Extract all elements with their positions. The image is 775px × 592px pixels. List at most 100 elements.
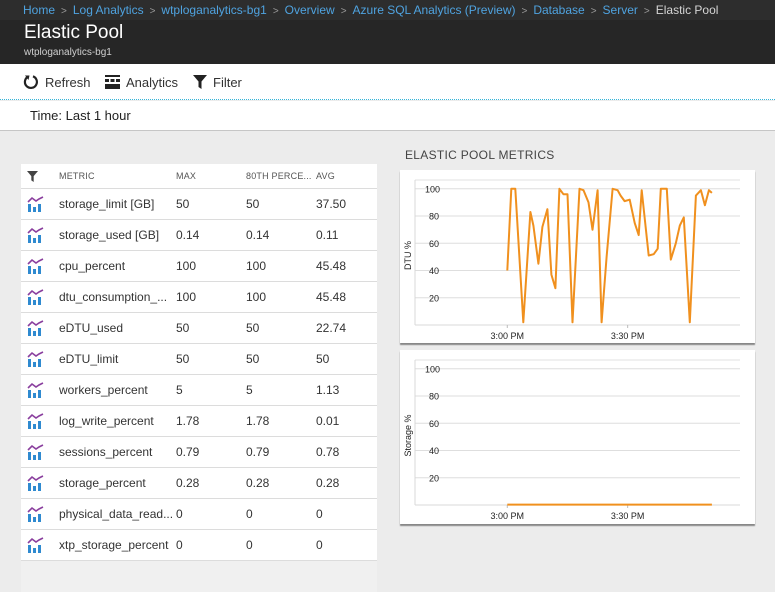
data-point: [547, 208, 549, 210]
chevron-right-icon: >: [272, 6, 279, 17]
breadcrumb-overview[interactable]: Overview: [285, 3, 335, 17]
metric-max: 100: [176, 259, 197, 273]
breadcrumb-database[interactable]: Database: [533, 3, 584, 17]
metric-max: 0: [176, 507, 183, 521]
metric-max: 1.78: [176, 414, 200, 428]
metric-80th-percentile: 5: [246, 383, 253, 397]
table-row[interactable]: storage_limit [GB] 50 50 37.50: [21, 189, 377, 220]
series-line-dtu-[interactable]: [506, 187, 713, 324]
data-point: [606, 256, 608, 258]
table-row[interactable]: log_write_percent 1.78 1.78 0.01: [21, 406, 377, 437]
x-tick-label: 3:00 PM: [491, 331, 525, 341]
breadcrumb-home[interactable]: Home: [23, 3, 55, 17]
chevron-right-icon: >: [149, 6, 156, 17]
metric-chart-icon: [27, 195, 44, 212]
metric-avg: 37.50: [316, 197, 347, 211]
data-point: [510, 188, 512, 190]
metric-chart-icon-cell: [21, 536, 59, 554]
table-row[interactable]: dtu_consumption_... 100 100 45.48: [21, 282, 377, 313]
breadcrumb-server[interactable]: Server: [603, 3, 638, 17]
metric-avg: 0.28: [316, 476, 340, 490]
metric-80th-percentile: 0.79: [246, 445, 270, 459]
column-header-80th-percentile[interactable]: 80TH PERCE...: [246, 171, 316, 181]
metric-max: 0.14: [176, 228, 200, 242]
table-row[interactable]: cpu_percent 100 100 45.48: [21, 251, 377, 282]
data-point: [638, 234, 640, 236]
time-range-selector[interactable]: Time: Last 1 hour: [0, 101, 775, 131]
metric-name: physical_data_read...: [59, 507, 174, 521]
filter-button[interactable]: Filter: [193, 72, 242, 92]
metric-avg: 0: [316, 538, 323, 552]
metrics-section-title: ELASTIC POOL METRICS: [405, 148, 555, 162]
y-tick-label: 80: [429, 392, 439, 402]
metric-chart-icon-cell: [21, 474, 59, 492]
blade-header: Home > Log Analytics > wtploganalytics-bg1 > O…: [0, 0, 775, 64]
data-point: [683, 217, 685, 219]
data-point: [679, 225, 681, 227]
chevron-right-icon: >: [643, 6, 650, 17]
metric-name: dtu_consumption_...: [59, 290, 168, 304]
data-point: [653, 253, 655, 255]
data-point: [704, 204, 706, 206]
metric-chart-icon: [27, 381, 44, 398]
column-header-max[interactable]: MAX: [176, 171, 246, 181]
column-header-metric[interactable]: METRIC: [59, 171, 176, 181]
metric-chart-icon-cell: [21, 319, 59, 337]
data-point: [648, 255, 650, 257]
table-row[interactable]: eDTU_limit 50 50 50: [21, 344, 377, 375]
breadcrumb-azure-sql-analytics[interactable]: Azure SQL Analytics (Preview): [353, 3, 516, 17]
metric-chart-icon: [27, 505, 44, 522]
table-row[interactable]: workers_percent 5 5 1.13: [21, 375, 377, 406]
metric-avg: 0.78: [316, 445, 340, 459]
metric-80th-percentile: 0: [246, 507, 253, 521]
metric-avg: 45.48: [316, 290, 347, 304]
metric-chart-icon: [27, 536, 44, 553]
table-row[interactable]: eDTU_used 50 50 22.74: [21, 313, 377, 344]
table-row[interactable]: xtp_storage_percent 0 0 0: [21, 530, 377, 561]
data-point: [515, 188, 517, 190]
y-tick-label: 60: [429, 419, 439, 429]
data-point: [711, 504, 713, 506]
data-point: [660, 188, 662, 190]
metric-80th-percentile: 0.28: [246, 476, 270, 490]
column-filter-button[interactable]: [21, 170, 59, 182]
y-tick-label: 20: [429, 473, 439, 483]
metric-chart-icon-cell: [21, 350, 59, 368]
data-point: [675, 242, 677, 244]
refresh-button[interactable]: Refresh: [23, 72, 91, 92]
data-point: [551, 274, 553, 276]
metric-chart-icon-cell: [21, 226, 59, 244]
data-point: [588, 202, 590, 204]
table-row[interactable]: storage_used [GB] 0.14 0.14 0.11: [21, 220, 377, 251]
breadcrumb-log-analytics[interactable]: Log Analytics: [73, 3, 144, 17]
metric-chart-icon-cell: [21, 412, 59, 430]
metric-name: storage_used [GB]: [59, 228, 160, 242]
analytics-button[interactable]: Analytics: [105, 72, 178, 92]
table-row[interactable]: physical_data_read... 0 0 0: [21, 499, 377, 530]
metric-80th-percentile: 50: [246, 197, 260, 211]
data-point: [695, 195, 697, 197]
metric-name: xtp_storage_percent: [59, 538, 169, 552]
y-tick-label: 100: [425, 364, 440, 374]
metric-name: sessions_percent: [59, 445, 153, 459]
metric-max: 50: [176, 321, 190, 335]
metric-80th-percentile: 1.78: [246, 414, 270, 428]
metric-chart-icon: [27, 226, 44, 243]
metric-avg: 22.74: [316, 321, 347, 335]
data-point: [666, 188, 668, 190]
table-row[interactable]: storage_percent 0.28 0.28 0.28: [21, 468, 377, 499]
data-point: [601, 321, 603, 323]
table-row[interactable]: sessions_percent 0.79 0.79 0.78: [21, 437, 377, 468]
data-point: [506, 504, 508, 506]
refresh-icon: [23, 75, 38, 89]
breadcrumb-workspace[interactable]: wtploganalytics-bg1: [161, 3, 266, 17]
page-title: Elastic Pool: [24, 22, 124, 43]
metric-chart-icon: [27, 288, 44, 305]
data-point: [555, 287, 557, 289]
data-point: [624, 200, 626, 202]
metric-max: 0: [176, 538, 183, 552]
column-header-avg[interactable]: AVG: [316, 171, 376, 181]
y-tick-label: 40: [429, 266, 439, 276]
data-point: [530, 211, 532, 213]
x-tick-label: 3:30 PM: [611, 511, 645, 521]
